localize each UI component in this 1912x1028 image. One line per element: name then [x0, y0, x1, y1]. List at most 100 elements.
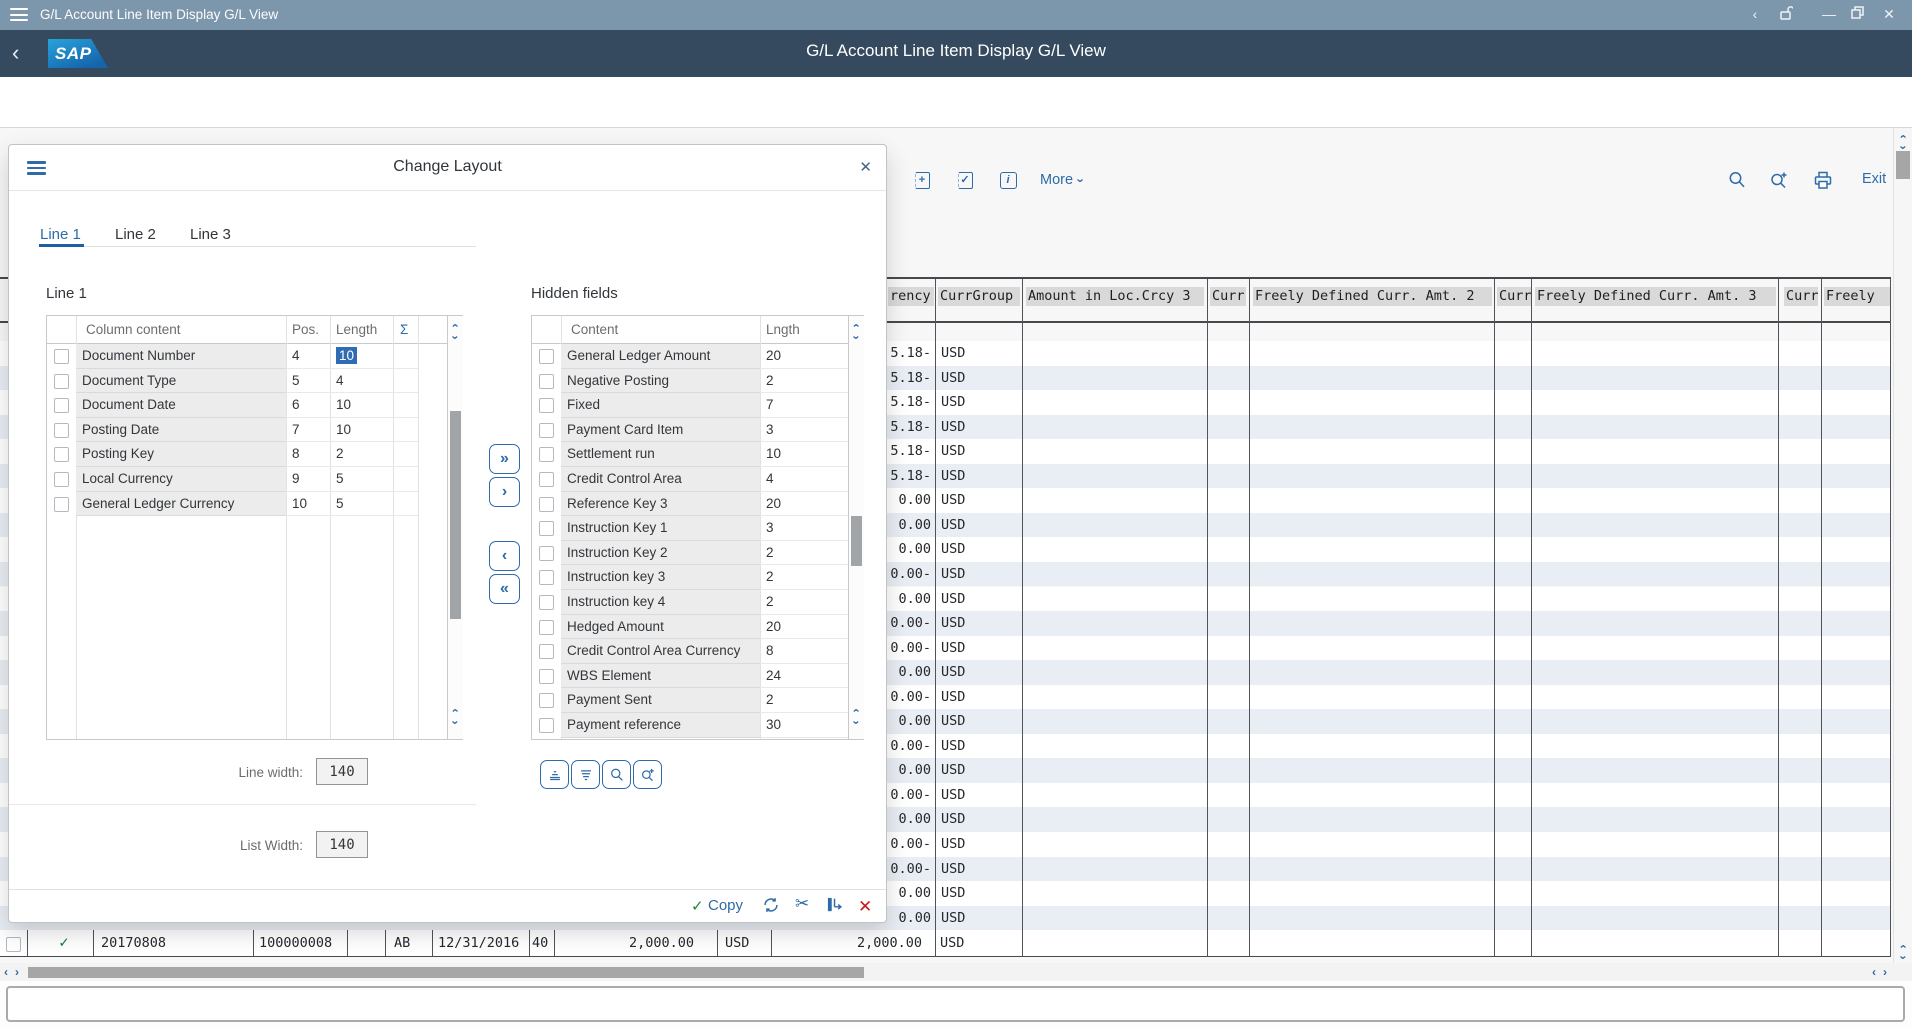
column-content-cell[interactable]: Posting Key — [76, 442, 286, 467]
scroll-down-icon[interactable]: › — [850, 332, 862, 343]
length-cell[interactable]: 5 — [330, 467, 393, 492]
length-cell[interactable]: 8 — [760, 639, 848, 664]
move-all-right-button[interactable]: » — [489, 444, 520, 474]
scroll-up-icon[interactable]: › — [449, 705, 461, 716]
content-cell[interactable]: Reference Key 3 — [561, 492, 760, 517]
length-cell[interactable]: 20 — [760, 344, 848, 369]
scroll-left-icon[interactable]: ‹ — [4, 965, 8, 979]
table-scrollbar[interactable]: › › › › — [848, 316, 864, 739]
pos-cell[interactable]: 6 — [286, 393, 330, 418]
alv-column-header[interactable]: Curr — [1784, 287, 1818, 306]
length-cell[interactable]: 3 — [760, 418, 848, 443]
pos-cell[interactable]: 5 — [286, 369, 330, 394]
length-cell[interactable]: 2 — [760, 688, 848, 713]
table-row[interactable]: Document Number 4 10 — [47, 344, 462, 369]
list-width-input[interactable] — [316, 831, 368, 858]
scrollbar-thumb[interactable] — [1896, 151, 1910, 179]
column-content-cell[interactable]: Document Type — [76, 369, 286, 394]
length-cell[interactable]: 30 — [760, 713, 848, 738]
content-cell[interactable]: Instruction key 4 — [561, 590, 760, 615]
table-row[interactable]: Document Type 5 4 — [47, 369, 462, 394]
scroll-up-icon[interactable]: › — [1897, 941, 1909, 952]
content-cell[interactable]: Payment Sent — [561, 688, 760, 713]
table-row[interactable]: Reference Key 3 20 — [532, 492, 863, 517]
table-row[interactable]: Credit Control Area Currency 8 — [532, 639, 863, 664]
content-cell[interactable]: Negative Posting — [561, 369, 760, 394]
content-cell[interactable]: Hedged Amount — [561, 615, 760, 640]
table-row[interactable]: General Ledger Currency 10 5 — [47, 492, 462, 517]
table-row[interactable]: Instruction Key 1 3 — [532, 516, 863, 541]
content-cell[interactable]: Instruction Key 1 — [561, 516, 760, 541]
more-button[interactable]: More › — [1040, 167, 1083, 193]
column-content-cell[interactable]: General Ledger Currency — [76, 492, 286, 517]
sum-cell[interactable] — [393, 467, 418, 492]
scroll-down-icon[interactable]: › — [449, 332, 461, 343]
table-row[interactable]: Posting Date 7 10 — [47, 418, 462, 443]
content-cell[interactable]: Fixed — [561, 393, 760, 418]
content-cell[interactable]: Credit Control Area — [561, 467, 760, 492]
table-row[interactable]: Negative Posting 2 — [532, 369, 863, 394]
length-cell[interactable]: 3 — [760, 516, 848, 541]
content-cell[interactable]: Payment Card Item — [561, 418, 760, 443]
pos-cell[interactable]: 9 — [286, 467, 330, 492]
length-cell[interactable]: 24 — [760, 664, 848, 689]
line-width-input[interactable] — [316, 758, 368, 785]
scroll-down-icon[interactable]: › — [850, 717, 862, 728]
move-column-icon[interactable] — [825, 895, 845, 919]
sum-cell[interactable] — [393, 344, 418, 369]
alv-column-header[interactable]: Curr — [1497, 287, 1531, 306]
pos-cell[interactable]: 4 — [286, 344, 330, 369]
search-icon[interactable] — [1724, 167, 1750, 193]
content-cell[interactable]: General Ledger Amount — [561, 344, 760, 369]
column-header-content[interactable]: Column content — [86, 316, 181, 343]
sum-cell[interactable] — [393, 393, 418, 418]
nav-back-icon[interactable]: ‹ — [1745, 6, 1765, 22]
pos-cell[interactable]: 8 — [286, 442, 330, 467]
alv-column-header[interactable]: Freely Defined Curr. Amt. 3 — [1535, 287, 1776, 306]
row-checkbox[interactable] — [54, 496, 69, 521]
length-cell[interactable]: 5 — [330, 492, 393, 517]
restore-window-icon[interactable] — [1847, 6, 1867, 22]
table-row[interactable]: Instruction key 3 2 — [532, 565, 863, 590]
length-cell[interactable]: 10 — [330, 418, 393, 443]
cut-icon[interactable]: ✂ — [795, 894, 809, 914]
horizontal-scrollbar[interactable]: ‹ › ‹ › — [0, 963, 1912, 981]
minimize-icon[interactable]: — — [1819, 6, 1839, 22]
length-cell[interactable]: 10 — [330, 393, 393, 418]
table-row[interactable]: ✓ 20170808 100000008 AB 12/31/2016 40 2,… — [0, 930, 1891, 956]
table-row[interactable]: Hedged Amount 20 — [532, 615, 863, 640]
column-select-icon[interactable]: ✓ — [952, 167, 978, 193]
column-header-length[interactable]: Length — [336, 316, 377, 343]
alv-column-header[interactable]: Curr — [1210, 287, 1246, 306]
scrollbar-thumb[interactable] — [28, 967, 864, 978]
alv-column-header[interactable]: Amount in Loc.Crcy 3 — [1026, 287, 1204, 306]
cancel-icon[interactable]: ✕ — [858, 897, 872, 917]
vertical-scrollbar[interactable]: › › › › — [1893, 128, 1912, 963]
content-cell[interactable]: Instruction key 3 — [561, 565, 760, 590]
tab-line-3[interactable]: Line 3 — [190, 226, 231, 243]
table-row[interactable]: Settlement run 10 — [532, 442, 863, 467]
table-row[interactable]: Document Date 6 10 — [47, 393, 462, 418]
scroll-down-icon[interactable]: › — [449, 717, 461, 728]
length-cell[interactable]: 4 — [330, 369, 393, 394]
content-cell[interactable]: WBS Element — [561, 664, 760, 689]
row-checkbox[interactable] — [539, 717, 554, 742]
alv-column-header[interactable]: Freely — [1824, 287, 1891, 306]
table-row[interactable]: Credit Control Area 4 — [532, 467, 863, 492]
pos-cell[interactable]: 10 — [286, 492, 330, 517]
column-content-cell[interactable]: Document Date — [76, 393, 286, 418]
table-row[interactable]: Payment Card Item 3 — [532, 418, 863, 443]
sum-cell[interactable] — [393, 492, 418, 517]
table-row[interactable]: WBS Element 24 — [532, 664, 863, 689]
column-content-cell[interactable]: Local Currency — [76, 467, 286, 492]
scrollbar-thumb[interactable] — [851, 516, 862, 566]
length-cell[interactable]: 10 — [330, 344, 393, 369]
tab-line-2[interactable]: Line 2 — [115, 226, 156, 243]
exit-button[interactable]: Exit — [1862, 171, 1886, 187]
dialog-header[interactable]: Change Layout ✕ — [9, 145, 886, 191]
move-right-button[interactable]: › — [489, 477, 520, 507]
table-row[interactable]: Payment Sent 2 — [532, 688, 863, 713]
table-row[interactable]: Instruction Key 2 2 — [532, 541, 863, 566]
length-cell[interactable]: 2 — [760, 590, 848, 615]
length-cell[interactable]: 7 — [760, 393, 848, 418]
